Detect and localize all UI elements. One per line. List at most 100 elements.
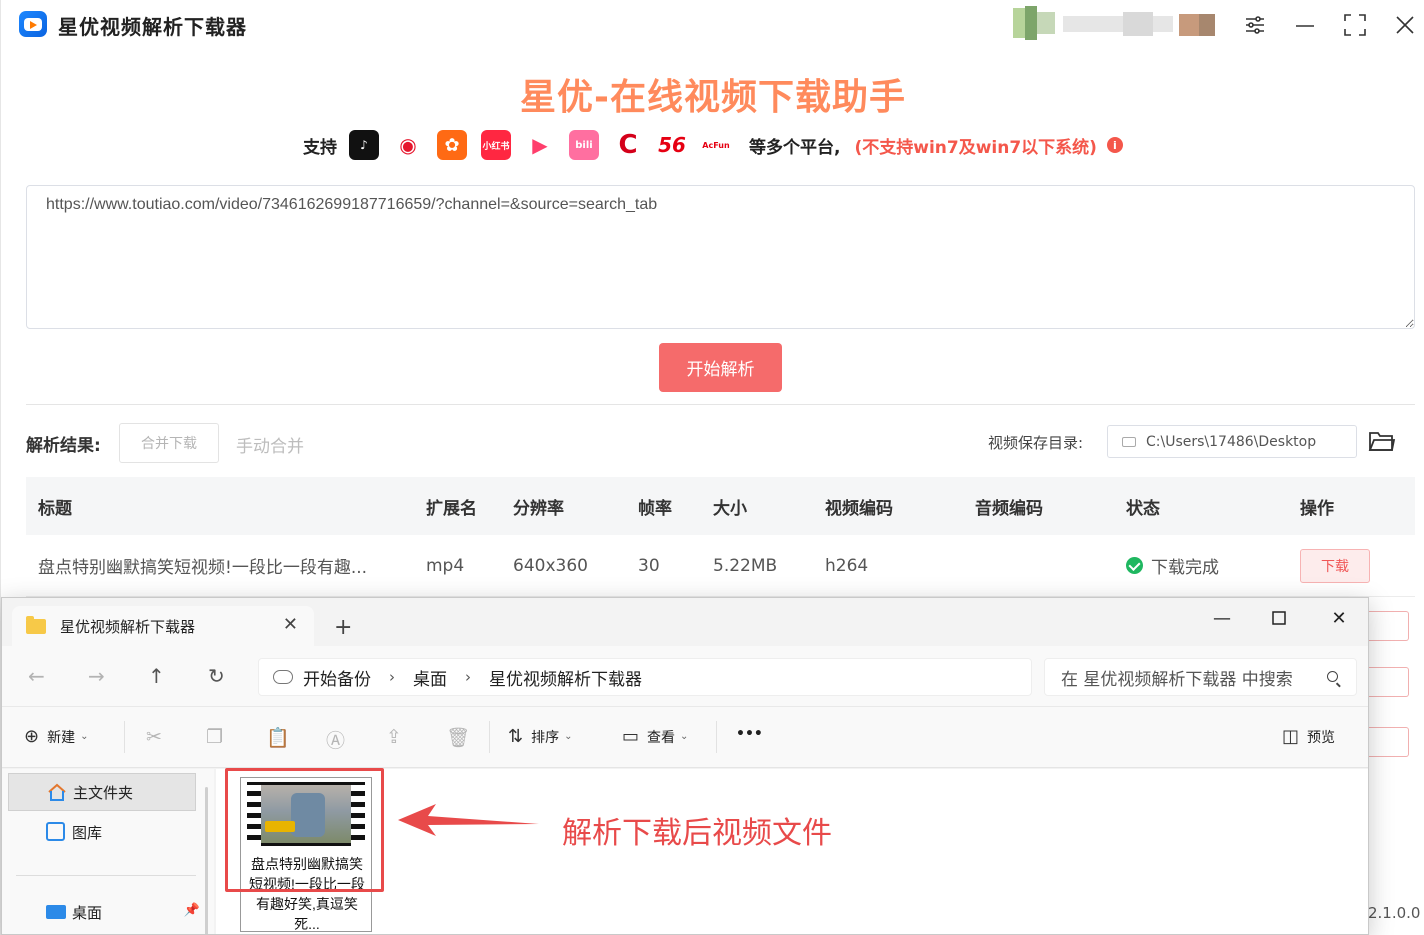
version-label: 2.1.0.0: [1368, 904, 1421, 922]
cut-icon[interactable]: ✂: [146, 726, 162, 748]
more-options-icon[interactable]: •••: [736, 726, 763, 742]
header-fps: 帧率: [638, 498, 672, 519]
cntv-icon: C: [613, 130, 643, 160]
breadcrumb-backup[interactable]: 开始备份: [303, 665, 371, 690]
sidebar-scrollbar[interactable]: [205, 787, 208, 934]
header-ext: 扩展名: [426, 498, 477, 519]
explorer-maximize-icon[interactable]: [1264, 606, 1294, 630]
sort-button[interactable]: ⇅ 排序 ⌄: [508, 726, 572, 747]
delete-icon[interactable]: 🗑: [446, 726, 470, 749]
bilibili-icon: bili: [569, 130, 599, 160]
manual-merge-link[interactable]: 手动合并: [236, 432, 304, 457]
folder-icon: [26, 615, 46, 634]
search-placeholder: 在 星优视频解析下载器 中搜索: [1061, 669, 1293, 690]
tiktok-icon: ♪: [349, 130, 379, 160]
kuaishou-icon: ✿: [437, 130, 467, 160]
table-row: 盘点特别幽默搞笑短视频!一段比一段有趣... mp4 640x360 30 5.…: [26, 535, 1415, 597]
chevron-down-icon: ⌄: [80, 731, 89, 742]
row-size: 5.22MB: [713, 555, 778, 576]
header-size: 大小: [713, 498, 747, 519]
preview-label: 预览: [1307, 729, 1336, 746]
avatar[interactable]: [1013, 6, 1218, 40]
header-vcodec: 视频编码: [825, 498, 893, 519]
new-tab-icon[interactable]: +: [334, 615, 352, 640]
xiaohongshu-icon: 小红书: [481, 130, 511, 160]
open-folder-icon[interactable]: [1368, 429, 1396, 453]
sidebar-label-gallery: 图库: [72, 823, 103, 842]
weibo-icon: ◉: [393, 130, 423, 160]
hidden-row-button-edge: [1369, 727, 1409, 757]
hidden-row-button-edge: [1369, 667, 1409, 697]
address-bar[interactable]: 开始备份 › 桌面 › 星优视频解析下载器: [258, 658, 1032, 696]
close-icon[interactable]: [1391, 11, 1419, 39]
toolbar-divider: [489, 721, 490, 753]
acfun-icon: AcFun: [701, 130, 731, 160]
sidebar-label-home: 主文件夹: [73, 783, 134, 802]
status-text: 下载完成: [1151, 558, 1219, 578]
minimize-icon[interactable]: [1291, 11, 1319, 39]
highlight-frame: [225, 768, 384, 892]
explorer-toolbar: ⊕ 新建 ⌄ ✂ ❐ 📋 Ⓐ ⇪ 🗑 ⇅ 排序 ⌄ ▭ 查看 ⌄ ••• ◫ 预…: [2, 706, 1368, 768]
chevron-down-icon: ⌄: [564, 731, 573, 742]
result-label: 解析结果:: [26, 436, 101, 456]
header-status: 状态: [1126, 498, 1160, 519]
table-header: 标题 扩展名 分辨率 帧率 大小 视频编码 音频编码 状态 操作: [26, 477, 1415, 535]
preview-button[interactable]: ◫ 预览: [1282, 726, 1335, 747]
support-more-text: 等多个平台,: [749, 137, 841, 158]
header-title: 标题: [38, 498, 72, 519]
explorer-close-icon[interactable]: ✕: [1324, 606, 1354, 630]
refresh-icon[interactable]: ↻: [208, 664, 225, 688]
os-warning: (不支持win7及win7以下系统): [854, 137, 1097, 158]
share-icon[interactable]: ⇪: [386, 726, 402, 748]
supported-platforms: 支持 ♪ ◉ ✿ 小红书 ▶ bili C 56 AcFun 等多个平台, (不…: [303, 128, 1123, 162]
start-parse-button[interactable]: 开始解析: [659, 343, 782, 392]
tab-close-icon[interactable]: ✕: [283, 614, 298, 635]
annotation-text: 解析下载后视频文件: [562, 817, 832, 850]
info-icon[interactable]: i: [1106, 137, 1123, 153]
save-dir-input[interactable]: C:\Users\17486\Desktop: [1107, 425, 1357, 458]
56-icon: 56: [657, 130, 687, 160]
row-fps: 30: [638, 555, 660, 576]
explorer-content: 盘点特别幽默搞笑短视频!一段比一段有趣好笑,真逗笑死...: [216, 769, 1368, 934]
row-op: 下载: [1300, 548, 1370, 583]
url-input[interactable]: [26, 185, 1415, 329]
search-icon[interactable]: [1327, 671, 1338, 682]
sidebar-item-gallery[interactable]: 图库: [8, 813, 196, 851]
chevron-right-icon: ›: [465, 668, 471, 686]
save-dir-value: C:\Users\17486\Desktop: [1146, 433, 1317, 450]
explorer-minimize-icon[interactable]: —: [1207, 606, 1237, 630]
app-title: 星优视频解析下载器: [58, 15, 247, 39]
new-button[interactable]: ⊕ 新建 ⌄: [24, 726, 88, 747]
up-arrow-icon[interactable]: ↑: [148, 664, 165, 688]
maximize-icon[interactable]: [1341, 11, 1369, 39]
header-acodec: 音频编码: [975, 498, 1043, 519]
back-arrow-icon[interactable]: ←: [28, 664, 45, 688]
hidden-row-button-edge: [1369, 611, 1409, 641]
paste-icon[interactable]: 📋: [266, 726, 290, 749]
row-title: 盘点特别幽默搞笑短视频!一段比一段有趣...: [38, 558, 368, 578]
explorer-tab[interactable]: 星优视频解析下载器 ✕: [12, 606, 314, 646]
cloud-backup-icon: [273, 670, 293, 684]
annotation-arrow-icon: [398, 804, 539, 836]
sidebar-item-home[interactable]: 主文件夹: [8, 773, 196, 811]
download-button[interactable]: 下载: [1300, 548, 1370, 583]
sidebar-divider: [16, 875, 196, 876]
view-button[interactable]: ▭ 查看 ⌄: [622, 726, 688, 747]
breadcrumb-folder[interactable]: 星优视频解析下载器: [489, 665, 642, 690]
forward-arrow-icon[interactable]: →: [88, 664, 105, 688]
new-label: 新建: [47, 729, 76, 746]
settings-sliders-icon[interactable]: [1241, 11, 1269, 39]
breadcrumb-desktop[interactable]: 桌面: [413, 665, 447, 690]
merge-download-button[interactable]: 合并下载: [119, 423, 219, 463]
sort-icon: ⇅: [508, 726, 524, 747]
toolbar-divider: [716, 721, 717, 753]
row-resolution: 640x360: [513, 555, 588, 576]
chevron-down-icon: ⌄: [680, 731, 689, 742]
sidebar-item-desktop[interactable]: 桌面 📌: [8, 893, 200, 931]
check-circle-icon: [1126, 557, 1143, 574]
view-label: 查看: [647, 729, 676, 746]
explorer-search-input[interactable]: 在 星优视频解析下载器 中搜索: [1044, 658, 1357, 696]
rename-icon[interactable]: Ⓐ: [326, 726, 345, 753]
copy-icon[interactable]: ❐: [206, 726, 223, 748]
header-resolution: 分辨率: [513, 498, 564, 519]
